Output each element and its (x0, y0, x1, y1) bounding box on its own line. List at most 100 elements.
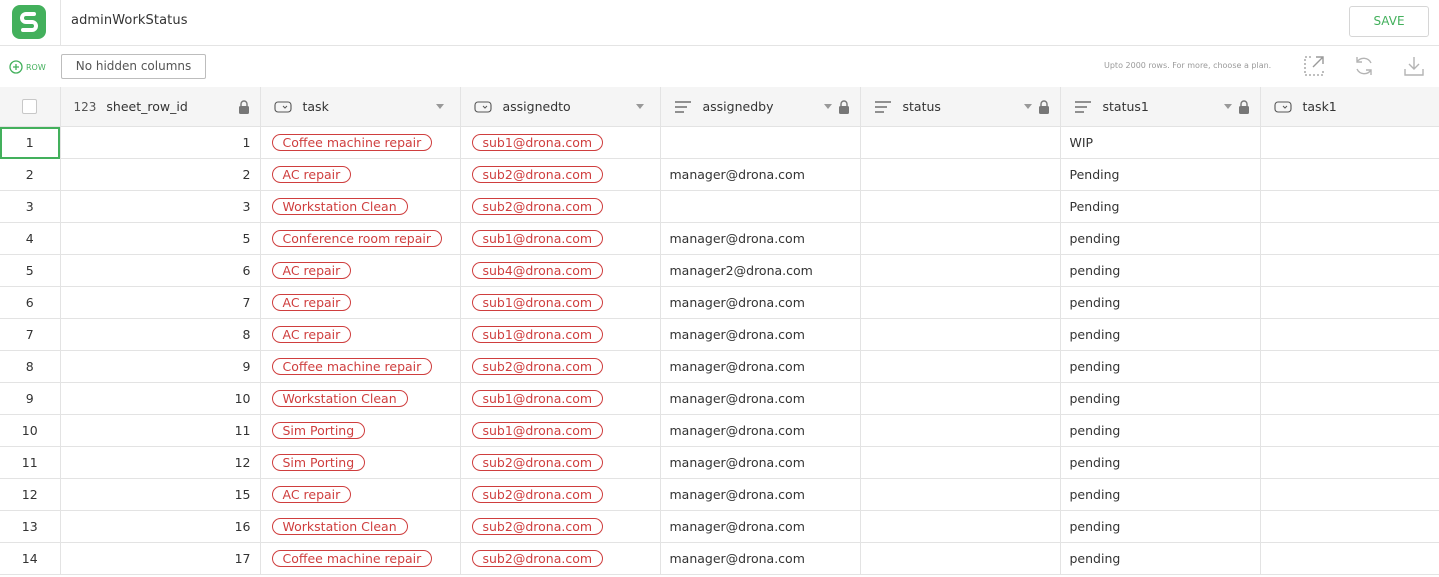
select-chip[interactable]: sub2@drona.com (471, 166, 604, 183)
cell-assignedby[interactable]: manager@drona.com (660, 286, 861, 319)
cell-assignedto[interactable]: sub1@drona.com (460, 382, 661, 415)
cell-sheet-row-id[interactable]: 7 (60, 286, 261, 319)
cell-status[interactable] (860, 382, 1061, 415)
open-external-icon[interactable] (1302, 54, 1326, 78)
column-header-task1[interactable]: task1 (1260, 87, 1439, 127)
cell-assignedby[interactable]: manager2@drona.com (660, 254, 861, 287)
select-chip[interactable]: AC repair (271, 166, 352, 183)
cell-sheet-row-id[interactable]: 16 (60, 510, 261, 543)
cell-assignedto[interactable]: sub2@drona.com (460, 542, 661, 575)
cell-task[interactable]: Sim Porting (260, 446, 461, 479)
cell-assignedby[interactable]: manager@drona.com (660, 222, 861, 255)
cell-status[interactable] (860, 286, 1061, 319)
select-chip[interactable]: sub4@drona.com (471, 262, 604, 279)
cell-sheet-row-id[interactable]: 3 (60, 190, 261, 223)
table-row[interactable]: 4 5 Conference room repair sub1@drona.com ma… (0, 222, 1439, 255)
chevron-down-icon[interactable] (435, 104, 444, 109)
cell-status[interactable] (860, 510, 1061, 543)
select-chip[interactable]: Workstation Clean (271, 198, 408, 215)
cell-status1[interactable]: pending (1060, 318, 1261, 351)
row-number[interactable]: 9 (0, 382, 61, 415)
hidden-columns-button[interactable]: No hidden columns (61, 54, 206, 79)
cell-status[interactable] (860, 254, 1061, 287)
cell-task1[interactable] (1260, 382, 1439, 415)
table-row[interactable]: 1 1 Coffee machine repair sub1@drona.com WIP (0, 126, 1439, 159)
row-number[interactable]: 3 (0, 190, 61, 223)
cell-assignedby[interactable]: manager@drona.com (660, 318, 861, 351)
cell-sheet-row-id[interactable]: 1 (60, 126, 261, 159)
table-row[interactable]: 2 2 AC repair sub2@drona.com manager@drona.c… (0, 158, 1439, 191)
row-number[interactable]: 11 (0, 446, 61, 479)
cell-assignedto[interactable]: sub1@drona.com (460, 126, 661, 159)
cell-assignedby[interactable] (660, 126, 861, 159)
select-chip[interactable]: Sim Porting (271, 454, 366, 471)
select-chip[interactable]: AC repair (271, 486, 352, 503)
column-header-task[interactable]: task (260, 87, 461, 127)
cell-assignedto[interactable]: sub4@drona.com (460, 254, 661, 287)
cell-status[interactable] (860, 318, 1061, 351)
cell-assignedto[interactable]: sub1@drona.com (460, 286, 661, 319)
cell-task1[interactable] (1260, 126, 1439, 159)
cell-task[interactable]: AC repair (260, 158, 461, 191)
cell-assignedby[interactable]: manager@drona.com (660, 478, 861, 511)
cell-status1[interactable]: WIP (1060, 126, 1261, 159)
cell-status1[interactable]: pending (1060, 254, 1261, 287)
row-number[interactable]: 7 (0, 318, 61, 351)
add-row-button[interactable]: ROW (9, 59, 46, 75)
sheet-title[interactable]: adminWorkStatus (71, 13, 188, 28)
cell-task1[interactable] (1260, 254, 1439, 287)
cell-task[interactable]: Workstation Clean (260, 510, 461, 543)
cell-task1[interactable] (1260, 190, 1439, 223)
table-row[interactable]: 8 9 Coffee machine repair sub2@drona.com man… (0, 350, 1439, 383)
cell-sheet-row-id[interactable]: 2 (60, 158, 261, 191)
table-row[interactable]: 11 12 Sim Porting sub2@drona.com manager@dro… (0, 446, 1439, 479)
cell-task1[interactable] (1260, 222, 1439, 255)
cell-status[interactable] (860, 446, 1061, 479)
select-chip[interactable]: sub1@drona.com (471, 390, 604, 407)
cell-sheet-row-id[interactable]: 11 (60, 414, 261, 447)
save-button[interactable]: SAVE (1349, 6, 1429, 37)
row-number[interactable]: 12 (0, 478, 61, 511)
cell-task1[interactable] (1260, 414, 1439, 447)
cell-sheet-row-id[interactable]: 8 (60, 318, 261, 351)
cell-status1[interactable]: pending (1060, 286, 1261, 319)
cell-assignedby[interactable]: manager@drona.com (660, 446, 861, 479)
table-row[interactable]: 5 6 AC repair sub4@drona.com manager2@drona.… (0, 254, 1439, 287)
cell-status1[interactable]: pending (1060, 510, 1261, 543)
row-number[interactable]: 8 (0, 350, 61, 383)
cell-task[interactable]: AC repair (260, 286, 461, 319)
cell-task1[interactable] (1260, 158, 1439, 191)
chevron-down-icon[interactable] (635, 104, 644, 109)
cell-status[interactable] (860, 158, 1061, 191)
select-chip[interactable]: sub2@drona.com (471, 358, 604, 375)
refresh-icon[interactable] (1352, 54, 1376, 78)
select-chip[interactable]: sub2@drona.com (471, 486, 604, 503)
row-number[interactable]: 6 (0, 286, 61, 319)
chevron-down-icon[interactable] (823, 104, 832, 109)
cell-task[interactable]: Workstation Clean (260, 382, 461, 415)
cell-status[interactable] (860, 222, 1061, 255)
row-number[interactable]: 2 (0, 158, 61, 191)
cell-assignedto[interactable]: sub1@drona.com (460, 222, 661, 255)
cell-task[interactable]: AC repair (260, 478, 461, 511)
cell-status1[interactable]: pending (1060, 350, 1261, 383)
select-chip[interactable]: Coffee machine repair (271, 134, 433, 151)
cell-task1[interactable] (1260, 542, 1439, 575)
select-chip[interactable]: Workstation Clean (271, 518, 408, 535)
cell-task[interactable]: Coffee machine repair (260, 542, 461, 575)
select-chip[interactable]: AC repair (271, 294, 352, 311)
row-number[interactable]: 5 (0, 254, 61, 287)
table-row[interactable]: 3 3 Workstation Clean sub2@drona.com Pending (0, 190, 1439, 223)
cell-sheet-row-id[interactable]: 15 (60, 478, 261, 511)
cell-task[interactable]: Sim Porting (260, 414, 461, 447)
cell-status1[interactable]: pending (1060, 478, 1261, 511)
select-chip[interactable]: Workstation Clean (271, 390, 408, 407)
column-header-assignedto[interactable]: assignedto (460, 87, 661, 127)
cell-assignedby[interactable]: manager@drona.com (660, 158, 861, 191)
select-chip[interactable]: sub1@drona.com (471, 230, 604, 247)
cell-status[interactable] (860, 542, 1061, 575)
cell-sheet-row-id[interactable]: 12 (60, 446, 261, 479)
cell-assignedby[interactable]: manager@drona.com (660, 542, 861, 575)
cell-task[interactable]: AC repair (260, 254, 461, 287)
cell-task1[interactable] (1260, 350, 1439, 383)
